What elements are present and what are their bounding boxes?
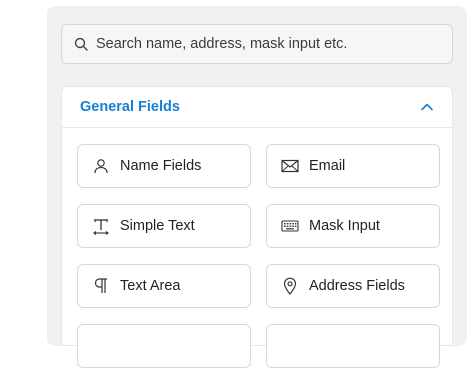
field-label: Simple Text [120,218,195,234]
search-input[interactable]: Search name, address, mask input etc. [61,24,453,64]
field-label: Address Fields [309,278,405,294]
field-address-fields[interactable]: Address Fields [266,264,440,308]
field-name-fields[interactable]: Name Fields [77,144,251,188]
search-icon [74,37,88,51]
field-text-area[interactable]: Text Area [77,264,251,308]
user-icon [92,157,110,175]
fields-panel: Search name, address, mask input etc. Ge… [47,6,467,368]
text-cursor-icon [92,217,110,235]
keyboard-icon [281,217,299,235]
field-label: Name Fields [120,158,202,174]
field-label: Email [309,158,346,174]
paragraph-icon [92,277,110,295]
section-header[interactable]: General Fields [62,87,452,128]
section-title: General Fields [80,99,180,115]
field-label: Mask Input [309,218,380,234]
map-pin-icon [281,277,299,295]
search-placeholder: Search name, address, mask input etc. [96,36,348,52]
field-partial-2[interactable] [266,324,440,368]
field-label: Text Area [120,278,181,294]
field-mask-input[interactable]: Mask Input [266,204,440,248]
envelope-icon [281,157,299,175]
chevron-up-icon[interactable] [420,100,434,114]
general-fields-section: General Fields Name Fields Email Simple … [61,86,453,368]
field-email[interactable]: Email [266,144,440,188]
field-partial-1[interactable] [77,324,251,368]
field-simple-text[interactable]: Simple Text [77,204,251,248]
